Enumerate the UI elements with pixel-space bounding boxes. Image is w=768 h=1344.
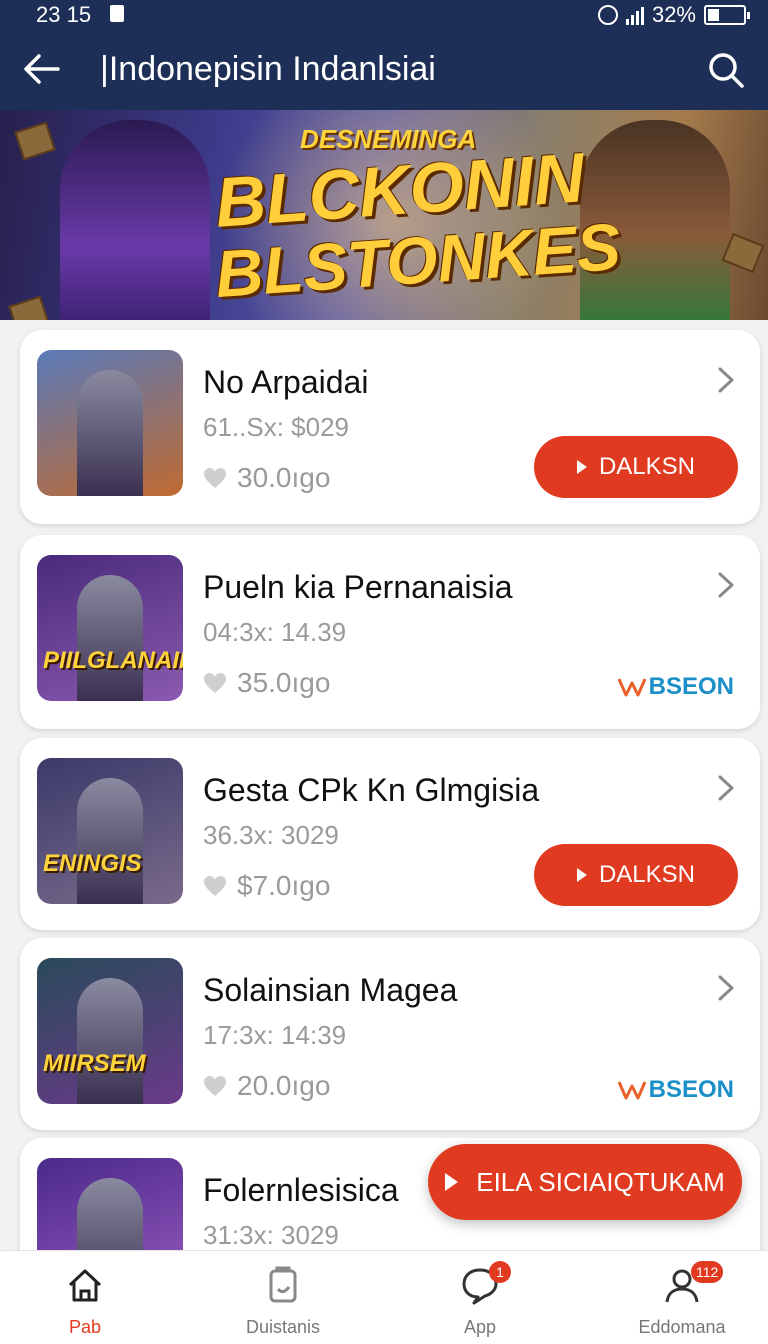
play-button-label: DALKSN	[598, 861, 696, 888]
brand-logo-icon	[617, 678, 647, 697]
thumbnail-character	[77, 575, 143, 701]
signal-icon	[625, 5, 644, 25]
likes-count: 20.0ıgo	[237, 1070, 331, 1101]
chevron-right-icon[interactable]	[714, 974, 738, 1002]
page-title: |Indonepisin Indanlsiai	[100, 50, 436, 88]
game-likes: $7.0ıgo	[203, 870, 330, 902]
search-icon[interactable]	[706, 50, 746, 90]
thumbnail-character	[77, 778, 143, 904]
app-bar: |Indonepisin Indanlsiai	[0, 30, 768, 110]
lock-icon	[110, 5, 124, 22]
game-meta: 17:3x: 14:39	[203, 1020, 347, 1050]
bottom-navigation: Pab Duistanis App 1 Eddomana 112	[0, 1250, 768, 1344]
heart-icon	[204, 1076, 226, 1096]
home-icon	[68, 1269, 102, 1302]
publisher-brand: BSEON	[617, 673, 734, 701]
game-title: Pueln kia Pernanaisia	[203, 569, 513, 605]
arrow-left-icon[interactable]	[22, 52, 62, 86]
game-card[interactable]: MIIRSEM Solainsian Magea 17:3x: 14:39 20…	[20, 938, 760, 1130]
game-title: Gesta CPk Kn Glmgisia	[203, 772, 540, 808]
game-likes: 30.0ıgo	[203, 462, 330, 494]
game-likes: 20.0ıgo	[203, 1070, 330, 1102]
brand-label: BSEON	[648, 673, 734, 700]
heart-icon	[204, 468, 226, 488]
banner-character-left	[60, 120, 210, 320]
game-card[interactable]: PIILGLANAIN Pueln kia Pernanaisia 04:3x:…	[20, 535, 760, 729]
thumbnail-character	[77, 370, 143, 496]
game-meta: 61..Sx: $029	[203, 412, 349, 442]
publisher-brand: BSEON	[617, 1076, 734, 1104]
fab-label: EILA SICIAIQTUKAM	[476, 1166, 725, 1197]
chevron-right-icon[interactable]	[714, 774, 738, 802]
likes-count: $7.0ıgo	[237, 870, 331, 901]
heart-icon	[204, 876, 226, 896]
game-meta: 31:3x: 3029	[203, 1220, 339, 1250]
crate-decoration	[8, 295, 50, 320]
nav-label: Pab	[68, 1317, 102, 1337]
game-thumbnail: MIIRSEM	[37, 958, 183, 1104]
play-icon	[576, 460, 587, 474]
status-indicators: 32%	[597, 2, 750, 28]
nav-item-eddomana[interactable]: Eddomana 112	[607, 1251, 757, 1344]
notification-badge: 1	[489, 1261, 511, 1283]
heart-icon	[204, 673, 226, 693]
status-bar: 23 15 32%	[0, 0, 768, 30]
brand-logo-icon	[617, 1081, 647, 1100]
battery-icon	[704, 5, 750, 25]
likes-count: 30.0ıgo	[237, 462, 331, 493]
likes-count: 35.0ıgo	[237, 667, 331, 698]
play-button-label: DALKSN	[598, 453, 696, 480]
play-icon	[445, 1173, 459, 1191]
crate-decoration	[14, 121, 56, 161]
thumbnail-character	[77, 978, 143, 1104]
game-card[interactable]: No Arpaidai 61..Sx: $029 30.0ıgo DALKSN	[20, 330, 760, 524]
promo-banner[interactable]: DESNEMINGA BLCKONIN BLSTONKES	[0, 110, 768, 320]
game-title: Folernlesisica	[203, 1172, 399, 1208]
game-title: No Arpaidai	[203, 364, 369, 400]
game-meta: 36.3x: 3029	[203, 820, 339, 850]
game-card[interactable]: ENINGIS Gesta CPk Kn Glmgisia 36.3x: 302…	[20, 738, 760, 930]
battery-percent: 32%	[651, 2, 696, 27]
nav-item-app[interactable]: App 1	[405, 1251, 555, 1344]
game-thumbnail: PIILGLANAIN	[37, 555, 183, 701]
nav-item-pab[interactable]: Pab	[10, 1251, 160, 1344]
notification-badge: 112	[691, 1261, 724, 1283]
game-likes: 35.0ıgo	[203, 667, 330, 699]
play-icon	[576, 868, 587, 882]
nav-label: Duistanis	[245, 1317, 321, 1337]
play-button[interactable]: DALKSN	[534, 844, 738, 906]
game-meta: 04:3x: 14.39	[203, 617, 347, 647]
thumbnail-logo: ENINGIS	[43, 850, 142, 877]
nav-label: Eddomana	[638, 1317, 726, 1337]
chevron-right-icon[interactable]	[714, 366, 738, 394]
clipboard-icon	[269, 1266, 297, 1303]
thumbnail-logo: PIILGLANAIN	[43, 647, 183, 674]
chevron-right-icon[interactable]	[714, 571, 738, 599]
status-time: 23 15	[36, 2, 92, 27]
alarm-icon	[597, 5, 618, 25]
game-thumbnail	[37, 350, 183, 496]
brand-label: BSEON	[648, 1076, 734, 1103]
nav-label: App	[463, 1317, 497, 1337]
thumbnail-logo: MIIRSEM	[43, 1050, 146, 1077]
floating-action-button[interactable]: EILA SICIAIQTUKAM	[428, 1144, 742, 1220]
nav-item-duistanis[interactable]: Duistanis	[208, 1251, 358, 1344]
play-button[interactable]: DALKSN	[534, 436, 738, 498]
game-thumbnail: ENINGIS	[37, 758, 183, 904]
game-title: Solainsian Magea	[203, 972, 458, 1008]
